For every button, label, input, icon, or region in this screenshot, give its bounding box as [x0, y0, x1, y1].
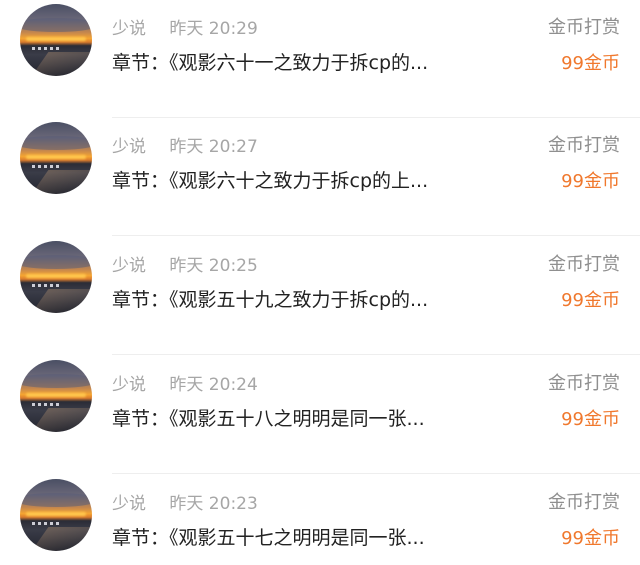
- user-name[interactable]: 少说: [112, 137, 146, 157]
- item-meta: 少说 昨天 20:29: [112, 14, 258, 39]
- user-name[interactable]: 少说: [112, 256, 146, 276]
- reward-type-label: 金币打赏: [548, 135, 620, 156]
- item-meta: 少说 昨天 20:25: [112, 251, 258, 276]
- reward-type-label: 金币打赏: [548, 254, 620, 275]
- list-item[interactable]: 少说 昨天 20:24 金币打赏 章节：《观影五十八之明明是同一张... 99金…: [0, 356, 640, 474]
- list-item[interactable]: 少说 昨天 20:27 金币打赏 章节：《观影六十之致力于拆cp的上... 99…: [0, 118, 640, 236]
- avatar[interactable]: [20, 122, 92, 194]
- timestamp: 昨天 20:23: [169, 494, 258, 514]
- chapter-title[interactable]: 章节：《观影六十一之致力于拆cp的...: [112, 48, 522, 75]
- reward-type-label: 金币打赏: [548, 17, 620, 38]
- item-meta: 少说 昨天 20:23: [112, 489, 258, 514]
- user-name[interactable]: 少说: [112, 19, 146, 39]
- chapter-title[interactable]: 章节：《观影六十之致力于拆cp的上...: [112, 166, 522, 193]
- reward-amount: 99金币: [561, 290, 620, 311]
- list-item[interactable]: 少说 昨天 20:29 金币打赏 章节：《观影六十一之致力于拆cp的... 99…: [0, 0, 640, 118]
- reward-amount: 99金币: [561, 53, 620, 74]
- reward-amount: 99金币: [561, 409, 620, 430]
- reward-amount: 99金币: [561, 528, 620, 549]
- timestamp: 昨天 20:27: [169, 137, 258, 157]
- timestamp: 昨天 20:24: [169, 375, 258, 395]
- avatar[interactable]: [20, 241, 92, 313]
- avatar[interactable]: [20, 4, 92, 76]
- list-item[interactable]: 少说 昨天 20:23 金币打赏 章节：《观影五十七之明明是同一张... 99金…: [0, 475, 640, 565]
- avatar[interactable]: [20, 360, 92, 432]
- user-name[interactable]: 少说: [112, 375, 146, 395]
- user-name[interactable]: 少说: [112, 494, 146, 514]
- reward-amount: 99金币: [561, 171, 620, 192]
- timestamp: 昨天 20:29: [169, 19, 258, 39]
- item-meta: 少说 昨天 20:27: [112, 132, 258, 157]
- timestamp: 昨天 20:25: [169, 256, 258, 276]
- reward-type-label: 金币打赏: [548, 373, 620, 394]
- chapter-title[interactable]: 章节：《观影五十七之明明是同一张...: [112, 523, 522, 550]
- chapter-title[interactable]: 章节：《观影五十九之致力于拆cp的...: [112, 285, 522, 312]
- reward-list: 少说 昨天 20:29 金币打赏 章节：《观影六十一之致力于拆cp的... 99…: [0, 0, 640, 565]
- chapter-title[interactable]: 章节：《观影五十八之明明是同一张...: [112, 404, 522, 431]
- avatar[interactable]: [20, 479, 92, 551]
- item-meta: 少说 昨天 20:24: [112, 370, 258, 395]
- reward-type-label: 金币打赏: [548, 492, 620, 513]
- list-item[interactable]: 少说 昨天 20:25 金币打赏 章节：《观影五十九之致力于拆cp的... 99…: [0, 237, 640, 355]
